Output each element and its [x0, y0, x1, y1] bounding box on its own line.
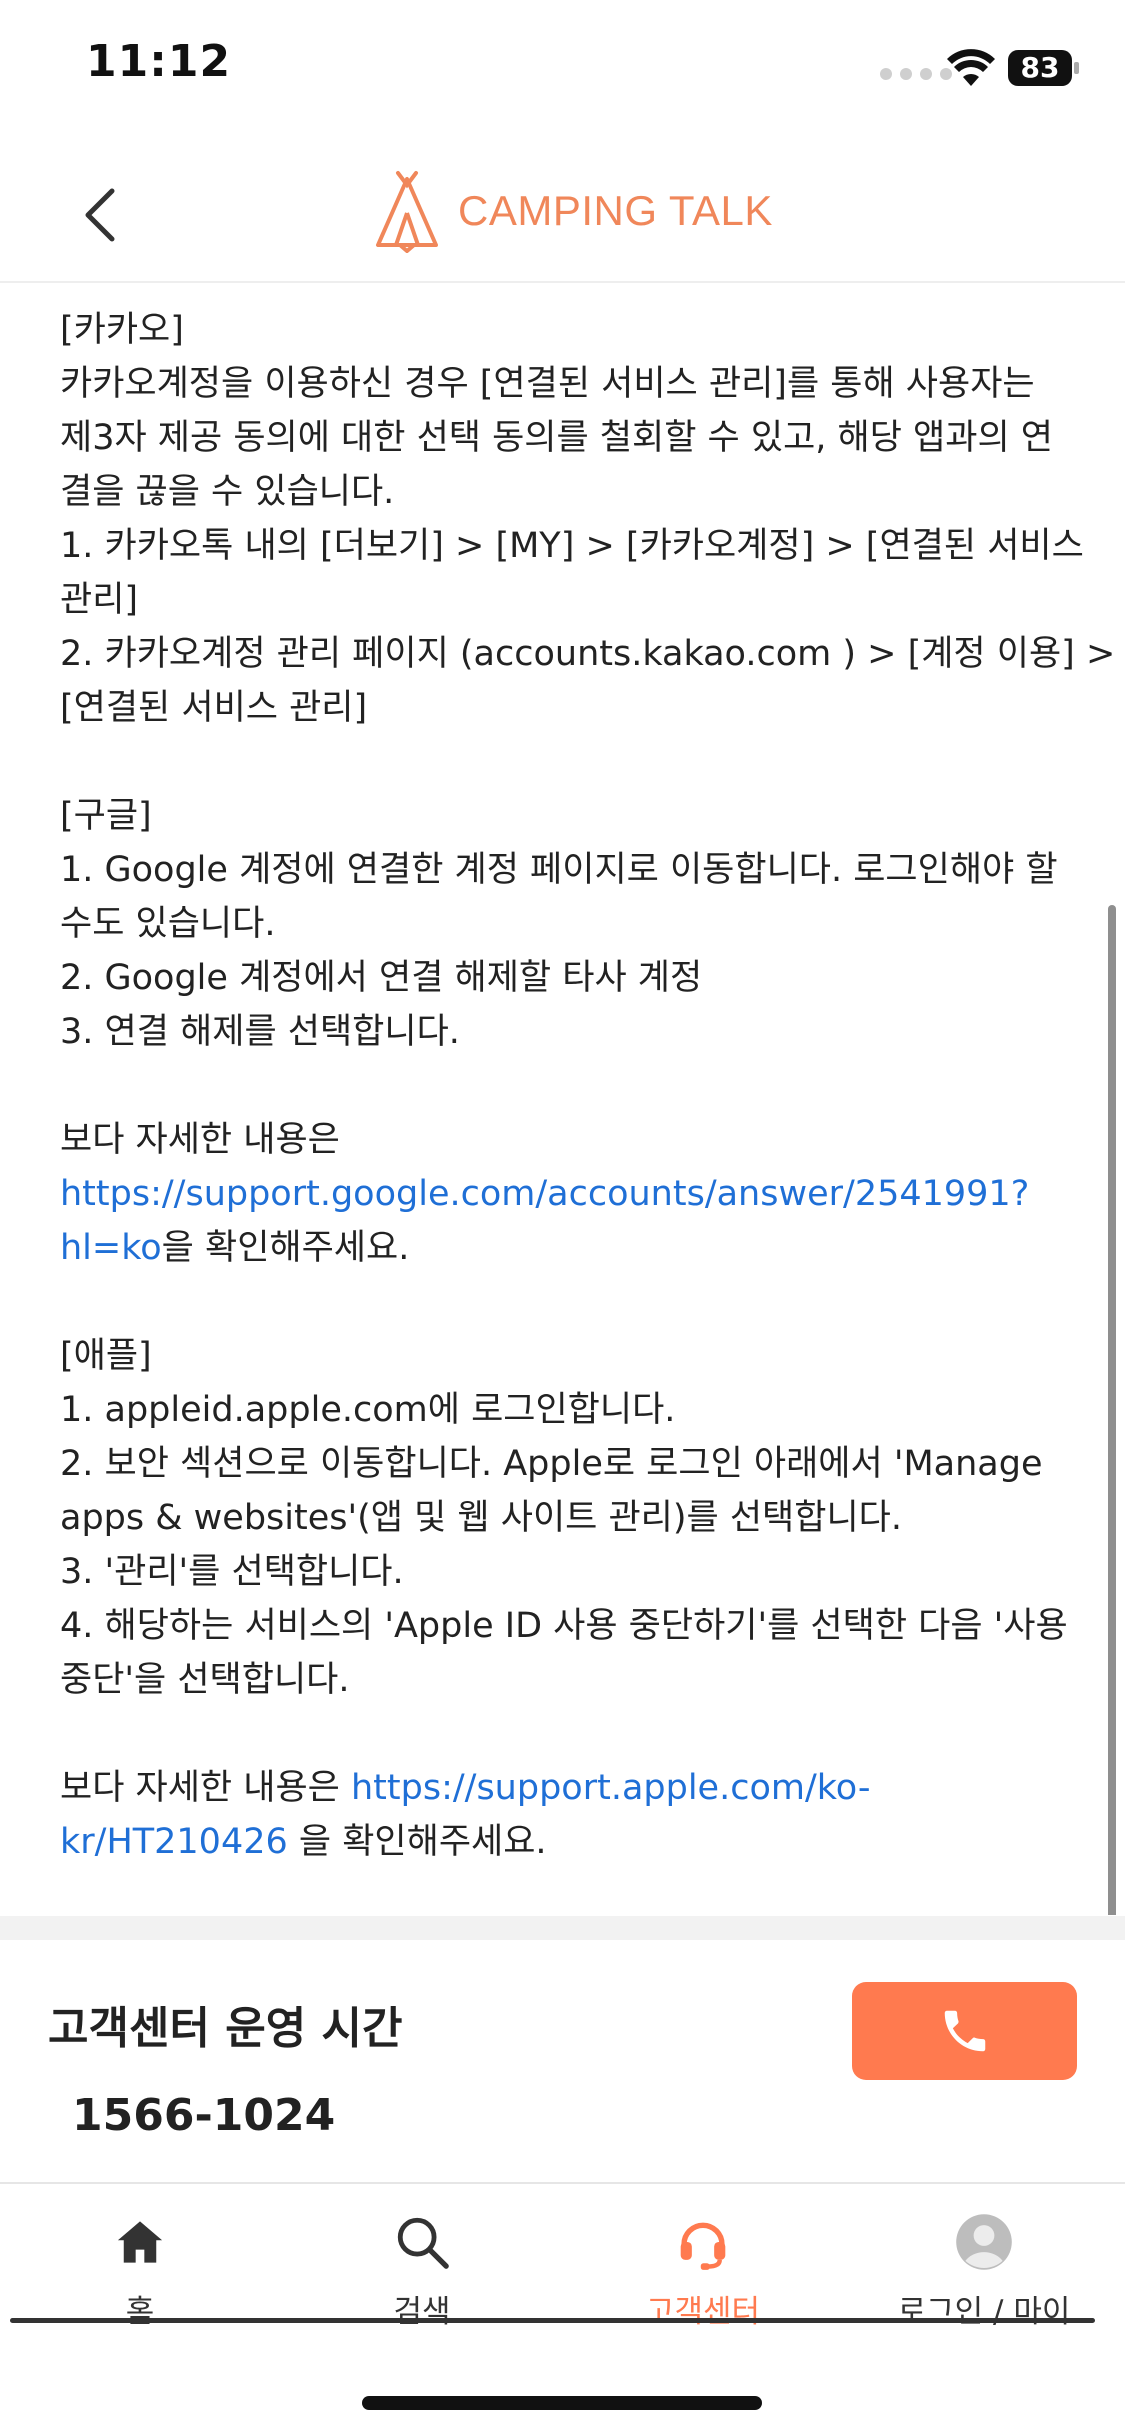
- content-text-span: 카카오계정을 이용하신 경우 [연결된 서비스 관리]를 통해 사용자는: [60, 364, 1035, 404]
- content-text-span: 2. 보안 섹션으로 이동합니다. Apple로 로그인 아래에서 'Manag…: [60, 1444, 1043, 1484]
- content-line: [60, 1059, 1070, 1113]
- logo: CAMPING TALK: [370, 166, 773, 256]
- content-line: 1. appleid.apple.com에 로그인합니다.: [60, 1383, 1070, 1437]
- content-line: 카카오계정을 이용하신 경우 [연결된 서비스 관리]를 통해 사용자는: [60, 357, 1070, 411]
- content-line: [애플]: [60, 1329, 1070, 1383]
- avatar-icon: [956, 2214, 1012, 2270]
- call-button[interactable]: [852, 1982, 1077, 2080]
- app-screen: 11:12 83 CAMPING TALK [카카오] 카카오계정을 이용하신 …: [0, 0, 1125, 2436]
- content-text-span: 1. Google 계정에 연결한 계정 페이지로 이동합니다. 로그인해야 할: [60, 850, 1058, 890]
- content-line: https://support.google.com/accounts/answ…: [60, 1167, 1070, 1221]
- tab-login-label: 로그인 / 마이: [897, 2294, 1071, 2330]
- tab-support[interactable]: 고객센터: [583, 2212, 823, 2330]
- tent-logo-icon: [376, 171, 438, 253]
- logo-text: CAMPING TALK: [458, 187, 773, 234]
- tab-search[interactable]: 검색: [302, 2212, 542, 2330]
- tab-login[interactable]: 로그인 / 마이: [864, 2212, 1104, 2330]
- content-line: 보다 자세한 내용은: [60, 1113, 1070, 1167]
- status-bar: 11:12 83: [0, 0, 1125, 140]
- tab-bar-underline: [10, 2318, 1095, 2323]
- content-text-span: 결을 끊을 수 있습니다.: [60, 472, 395, 512]
- content-text-span: 수도 있습니다.: [60, 904, 276, 944]
- back-button[interactable]: [70, 180, 130, 250]
- content-line: 수도 있습니다.: [60, 897, 1070, 951]
- cellular-signal-icon: [880, 68, 952, 80]
- support-link[interactable]: hl=ko: [60, 1228, 162, 1268]
- tab-home-label: 홈: [125, 2294, 155, 2330]
- content-line: 3. '관리'를 선택합니다.: [60, 1545, 1070, 1599]
- content-line: [카카오]: [60, 303, 1070, 357]
- content-line: 3. 연결 해제를 선택합니다.: [60, 1005, 1070, 1059]
- customer-center-phone: 1566-1024: [72, 2090, 336, 2141]
- content-line: 관리]: [60, 573, 1070, 627]
- headset-icon: [680, 2222, 726, 2270]
- content-text-span: 2. 카카오계정 관리 페이지 (accounts.kakao.com ) > …: [60, 634, 1116, 674]
- content-line: [60, 735, 1070, 789]
- status-time: 11:12: [86, 36, 232, 87]
- content-text-span: 4. 해당하는 서비스의 'Apple ID 사용 중단하기'를 선택한 다음 …: [60, 1606, 1068, 1646]
- content-text-span: [연결된 서비스 관리]: [60, 688, 368, 728]
- battery-icon: 83: [1008, 50, 1080, 86]
- app-header: CAMPING TALK: [0, 140, 1125, 283]
- battery-level: 83: [1008, 50, 1072, 86]
- customer-center-title: 고객센터 운영 시간: [48, 2003, 403, 2054]
- content-text-span: 1. appleid.apple.com에 로그인합니다.: [60, 1390, 676, 1430]
- content-line: kr/HT210426 을 확인해주세요.: [60, 1815, 1070, 1869]
- content-text-span: 1. 카카오톡 내의 [더보기] > [MY] > [카카오계정] > [연결된…: [60, 526, 1084, 566]
- content-line: 2. 보안 섹션으로 이동합니다. Apple로 로그인 아래에서 'Manag…: [60, 1437, 1070, 1491]
- content-line: 보다 자세한 내용은 https://support.apple.com/ko-: [60, 1761, 1070, 1815]
- home-icon: [117, 2221, 163, 2263]
- content-text-span: [구글]: [60, 796, 152, 836]
- content-text-span: 3. '관리'를 선택합니다.: [60, 1552, 404, 1592]
- content-text-span: 을 확인해주세요.: [161, 1228, 410, 1268]
- content-line: 중단'을 선택합니다.: [60, 1653, 1070, 1707]
- content-text-span: [애플]: [60, 1336, 152, 1376]
- content-text: [카카오] 카카오계정을 이용하신 경우 [연결된 서비스 관리]를 통해 사용자…: [60, 303, 1115, 1869]
- content-line: hl=ko을 확인해주세요.: [60, 1221, 1070, 1275]
- content-text-span: 중단'을 선택합니다.: [60, 1660, 350, 1700]
- section-divider: [0, 1916, 1125, 1940]
- content-line: 1. Google 계정에 연결한 계정 페이지로 이동합니다. 로그인해야 할: [60, 843, 1070, 897]
- content-line: [60, 1707, 1070, 1761]
- content-line: 2. 카카오계정 관리 페이지 (accounts.kakao.com ) > …: [60, 627, 1115, 681]
- content-line: [구글]: [60, 789, 1070, 843]
- wifi-icon: [947, 49, 995, 86]
- content-line: [60, 1275, 1070, 1329]
- content-line: 4. 해당하는 서비스의 'Apple ID 사용 중단하기'를 선택한 다음 …: [60, 1599, 1070, 1653]
- content-text-span: 을 확인해주세요.: [287, 1822, 547, 1862]
- content-text-span: 보다 자세한 내용은: [60, 1120, 340, 1160]
- content-line: 1. 카카오톡 내의 [더보기] > [MY] > [카카오계정] > [연결된…: [60, 519, 1084, 573]
- content-text-span: 제3자 제공 동의에 대한 선택 동의를 철회할 수 있고, 해당 앱과의 연: [60, 418, 1053, 458]
- tab-bar: 홈 검색 고객센터 로그인 / 마이: [0, 2182, 1125, 2330]
- search-icon: [397, 2217, 449, 2269]
- support-link[interactable]: https://support.apple.com/ko-: [351, 1768, 870, 1808]
- content-text-span: 2. Google 계정에서 연결 해제할 타사 계정: [60, 958, 703, 998]
- tab-home[interactable]: 홈: [20, 2212, 260, 2330]
- home-indicator[interactable]: [362, 2396, 762, 2410]
- phone-icon: [944, 2010, 985, 2052]
- content-text-span: apps & websites'(앱 및 웹 사이트 관리)를 선택합니다.: [60, 1498, 902, 1538]
- content-line: [연결된 서비스 관리]: [60, 681, 1070, 735]
- content-line: 제3자 제공 동의에 대한 선택 동의를 철회할 수 있고, 해당 앱과의 연: [60, 411, 1070, 465]
- content-line: apps & websites'(앱 및 웹 사이트 관리)를 선택합니다.: [60, 1491, 1070, 1545]
- tab-support-label: 고객센터: [645, 2294, 761, 2330]
- content-text-span: 보다 자세한 내용은: [60, 1768, 351, 1808]
- content-line: 2. Google 계정에서 연결 해제할 타사 계정: [60, 951, 1070, 1005]
- support-link[interactable]: https://support.google.com/accounts/answ…: [60, 1174, 1029, 1214]
- support-link[interactable]: kr/HT210426: [60, 1822, 288, 1862]
- content-text-span: 관리]: [60, 580, 139, 620]
- scrollbar[interactable]: [1108, 905, 1116, 1915]
- content-line: 결을 끊을 수 있습니다.: [60, 465, 1070, 519]
- content-text-span: 3. 연결 해제를 선택합니다.: [60, 1012, 460, 1052]
- content-text-span: [카카오]: [60, 310, 184, 350]
- customer-center-section: 고객센터 운영 시간 1566-1024: [0, 1940, 1125, 2180]
- privacy-content: [카카오] 카카오계정을 이용하신 경우 [연결된 서비스 관리]를 통해 사용자…: [0, 285, 1125, 1915]
- chevron-left-icon: [85, 188, 115, 242]
- tab-search-label: 검색: [393, 2294, 451, 2330]
